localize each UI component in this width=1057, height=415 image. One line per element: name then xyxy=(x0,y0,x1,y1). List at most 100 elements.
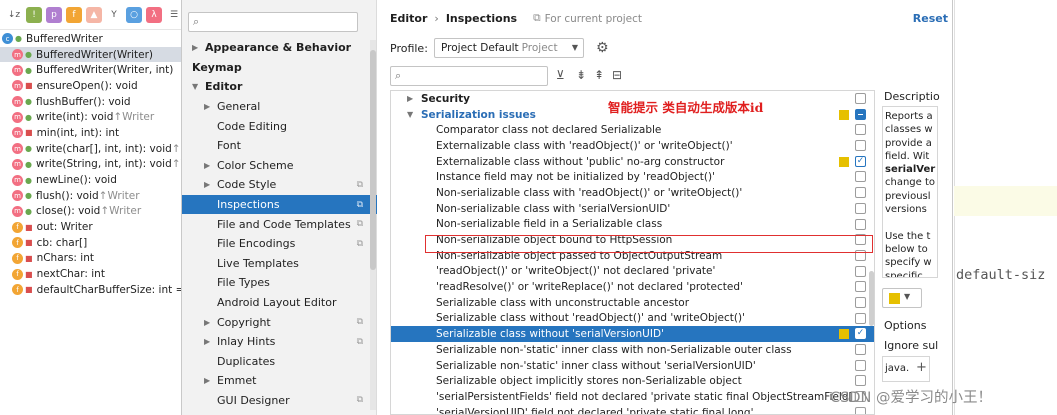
profile-dropdown[interactable]: Project Default Project ▼ xyxy=(434,38,584,58)
nav-item-inlay-hints[interactable]: ▶ Inlay Hints ⧉ xyxy=(182,332,377,352)
show-anonymous-icon[interactable]: Y xyxy=(106,7,122,23)
chevron-right-icon[interactable]: ▶ xyxy=(204,161,217,170)
structure-item[interactable]: f ■ nChars: int xyxy=(0,251,183,267)
chevron-down-icon[interactable]: ▼ xyxy=(407,110,413,119)
structure-item[interactable]: m ● newLine(): void xyxy=(0,172,183,188)
structure-item[interactable]: m ● BufferedWriter(Writer, int) xyxy=(0,62,183,78)
nav-item-color-scheme[interactable]: ▶ Color Scheme xyxy=(182,156,377,176)
nav-item-file-types[interactable]: File Types xyxy=(182,273,377,293)
structure-root[interactable]: c ● BufferedWriter xyxy=(0,31,183,47)
inspection-row[interactable]: 'serialVersionUID' field not declared 'p… xyxy=(391,405,874,414)
inspection-checkbox[interactable] xyxy=(855,312,866,324)
chevron-right-icon[interactable]: ▶ xyxy=(192,43,205,52)
sort-alpha-icon[interactable]: ↓z xyxy=(6,7,22,23)
structure-item[interactable]: m●write(String, int, int): void ↑Writ xyxy=(0,157,183,173)
structure-item[interactable]: m ● flushBuffer(): void xyxy=(0,94,183,110)
structure-item[interactable]: m ■ ensureOpen(): void xyxy=(0,78,183,94)
collapse-all-icon[interactable]: ⇞ xyxy=(594,68,604,82)
nav-item-file-and-code-templates[interactable]: File and Code Templates ⧉ xyxy=(182,214,377,234)
show-inherited-icon[interactable]: ! xyxy=(26,6,42,23)
inspection-row[interactable]: Serializable object implicitly stores no… xyxy=(391,373,874,389)
show-properties-icon[interactable]: p xyxy=(46,6,62,23)
structure-item[interactable]: m ● flush(): void ↑Writer xyxy=(0,188,183,204)
nav-item-file-encodings[interactable]: File Encodings ⧉ xyxy=(182,234,377,254)
structure-item[interactable]: m ● close(): void ↑Writer xyxy=(0,204,183,220)
show-fields-icon[interactable]: f xyxy=(66,6,82,23)
autoscroll-icon[interactable]: ☰ xyxy=(166,7,182,23)
inspection-checkbox[interactable] xyxy=(855,202,866,214)
chevron-right-icon[interactable]: ▶ xyxy=(204,180,217,189)
tree-scrollbar[interactable] xyxy=(869,91,874,414)
chevron-right-icon[interactable]: ▶ xyxy=(407,94,413,103)
structure-item[interactable]: f ■ out: Writer xyxy=(0,219,183,235)
inspection-checkbox[interactable]: ✓ xyxy=(855,328,866,340)
nav-item-android-layout-editor[interactable]: Android Layout Editor xyxy=(182,293,377,313)
chevron-down-icon[interactable]: ▼ xyxy=(192,82,205,91)
expand-all-icon[interactable]: ⇟ xyxy=(576,68,586,82)
nav-item-copyright[interactable]: ▶ Copyright ⧉ xyxy=(182,312,377,332)
inspection-checkbox[interactable] xyxy=(855,171,866,183)
inspection-checkbox[interactable] xyxy=(855,265,866,277)
add-icon[interactable]: + xyxy=(916,360,927,375)
inspection-checkbox[interactable] xyxy=(855,344,866,355)
inspection-row[interactable]: 'readObject()' or 'writeObject()' not de… xyxy=(391,264,874,280)
chevron-right-icon[interactable]: ▶ xyxy=(204,337,217,346)
inspection-checkbox[interactable] xyxy=(855,140,866,152)
inspection-checkbox[interactable] xyxy=(855,93,866,104)
breadcrumb-editor[interactable]: Editor xyxy=(390,12,427,25)
inspection-row[interactable]: Instance field may not be initialized by… xyxy=(391,169,874,185)
inspection-checkbox[interactable]: ✓ xyxy=(855,155,866,167)
gear-icon[interactable]: ⚙ xyxy=(596,40,609,56)
inspection-row[interactable]: 'readResolve()' or 'writeReplace()' not … xyxy=(391,279,874,295)
inspection-checkbox[interactable] xyxy=(855,218,866,230)
nav-item-code-style[interactable]: ▶ Code Style ⧉ xyxy=(182,175,377,195)
reset-to-default-icon[interactable]: ⊟ xyxy=(612,68,622,82)
inspection-checkbox[interactable] xyxy=(855,124,866,136)
nav-item-emmet[interactable]: ▶ Emmet xyxy=(182,371,377,391)
inspection-row[interactable]: Serializable class without 'serialVersio… xyxy=(391,326,874,342)
inspection-row[interactable]: Serializable class with unconstructable … xyxy=(391,295,874,311)
code-editor[interactable]: default-siz xyxy=(954,0,1057,415)
inspection-row[interactable]: Externalizable class without 'public' no… xyxy=(391,154,874,170)
inspection-row[interactable]: Comparator class not declared Serializab… xyxy=(391,122,874,138)
inspection-row[interactable]: 'serialPersistentFields' field not decla… xyxy=(391,389,874,405)
settings-search-input[interactable]: ⌕ xyxy=(188,12,358,32)
inspection-row[interactable]: Non-serializable field in a Serializable… xyxy=(391,217,874,233)
show-lambda-icon[interactable]: λ xyxy=(146,6,162,23)
structure-item[interactable]: m●write(char[], int, int): void ↑Writ xyxy=(0,141,183,157)
nav-item-gui-designer[interactable]: GUI Designer ⧉ xyxy=(182,391,377,411)
chevron-right-icon[interactable]: ▶ xyxy=(204,376,217,385)
inspection-checkbox[interactable] xyxy=(855,359,866,371)
nav-item-general[interactable]: ▶ General xyxy=(182,97,377,117)
inspection-row[interactable]: Non-serializable class with 'readObject(… xyxy=(391,185,874,201)
nav-item-font[interactable]: Font xyxy=(182,136,377,156)
nav-item-code-editing[interactable]: Code Editing xyxy=(182,116,377,136)
nav-item-editor[interactable]: ▼ Editor xyxy=(182,77,377,97)
inspection-checkbox[interactable] xyxy=(855,187,866,199)
inspection-checkbox[interactable] xyxy=(855,406,866,414)
structure-item[interactable]: m ● write(int): void ↑Writer xyxy=(0,109,183,125)
structure-item[interactable]: m ● BufferedWriter(Writer) xyxy=(0,46,183,63)
reset-link[interactable]: Reset xyxy=(913,12,948,25)
inspection-row[interactable]: Serializable non-'static' inner class wi… xyxy=(391,358,874,374)
inspection-row[interactable]: Serializable class without 'readObject()… xyxy=(391,311,874,327)
inspection-checkbox[interactable] xyxy=(855,108,866,120)
inspection-checkbox[interactable] xyxy=(855,296,866,308)
nav-item-live-templates[interactable]: Live Templates xyxy=(182,254,377,274)
filter-icon[interactable]: ⊻ xyxy=(556,68,565,82)
nav-item-keymap[interactable]: Keymap xyxy=(182,58,377,78)
chevron-right-icon[interactable]: ▶ xyxy=(204,102,217,111)
structure-item[interactable]: f■defaultCharBufferSize: int = 819 xyxy=(0,282,183,298)
nav-item-appearance-behavior[interactable]: ▶ Appearance & Behavior xyxy=(182,38,377,58)
structure-item[interactable]: m ■ min(int, int): int xyxy=(0,125,183,141)
inspection-search-input[interactable]: ⌕ xyxy=(390,66,548,86)
nav-item-inspections[interactable]: Inspections ⧉ xyxy=(182,194,377,215)
show-lambdas-icon[interactable]: ○ xyxy=(126,6,142,23)
inspection-checkbox[interactable] xyxy=(855,281,866,293)
inspection-row[interactable]: Externalizable class with 'readObject()'… xyxy=(391,138,874,154)
inspection-row[interactable]: Non-serializable class with 'serialVersi… xyxy=(391,201,874,217)
structure-item[interactable]: f ■ cb: char[] xyxy=(0,235,183,251)
inspection-checkbox[interactable] xyxy=(855,375,866,387)
nav-scrollbar[interactable] xyxy=(370,40,376,410)
inspection-row[interactable]: Serializable non-'static' inner class wi… xyxy=(391,342,874,358)
